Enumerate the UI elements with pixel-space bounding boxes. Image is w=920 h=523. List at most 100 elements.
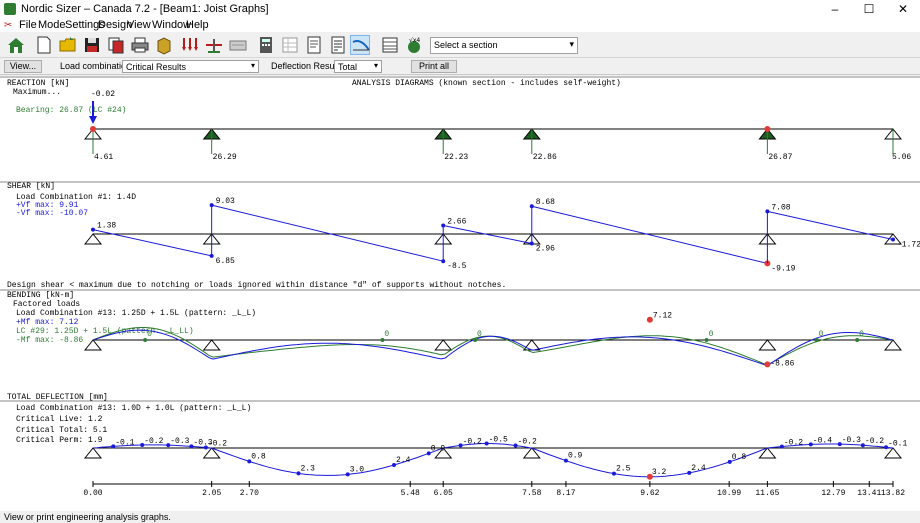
loads-icon[interactable] bbox=[180, 35, 200, 55]
shear-note: Design shear < maximum due to notching o… bbox=[7, 281, 506, 290]
menu-mode[interactable]: Mode bbox=[38, 19, 66, 31]
shear-value: 1.38 bbox=[97, 222, 116, 231]
deflection-value: 0.9 bbox=[568, 452, 583, 461]
bending-min-label: -8.86 bbox=[770, 360, 794, 369]
bending-support bbox=[83, 339, 103, 351]
deflection-header: TOTAL DEFLECTION [mm] bbox=[7, 393, 108, 402]
print-icon[interactable] bbox=[130, 35, 150, 55]
bending-zero-label: 0 bbox=[859, 330, 864, 339]
material-icon[interactable] bbox=[154, 35, 174, 55]
spreadsheet-icon[interactable] bbox=[380, 35, 400, 55]
deflection-value: -0.3 bbox=[170, 437, 189, 446]
reaction-value: 4.61 bbox=[94, 153, 113, 162]
bending-lc1: Load Combination #13: 1.25D + 1.5L (patt… bbox=[16, 309, 256, 318]
menu-help[interactable]: Help bbox=[186, 19, 209, 31]
formula-icon[interactable]: √x4 bbox=[404, 35, 424, 55]
toolbar: √x4 Select a section ▾ bbox=[0, 32, 920, 58]
shear-value: -9.19 bbox=[771, 264, 795, 273]
table-icon[interactable] bbox=[280, 35, 300, 55]
shear-point bbox=[441, 223, 446, 228]
menu-file[interactable]: File bbox=[19, 19, 37, 31]
new-file-icon[interactable] bbox=[34, 35, 54, 55]
notes-icon[interactable] bbox=[328, 35, 348, 55]
title-bar: Nordic Sizer – Canada 7.2 - [Beam1: Jois… bbox=[0, 0, 920, 18]
minimize-button[interactable]: – bbox=[818, 0, 852, 18]
shear-point bbox=[765, 209, 770, 214]
section-icon[interactable] bbox=[228, 35, 248, 55]
deflection-value: -0.2 bbox=[518, 438, 537, 447]
shear-support bbox=[83, 233, 103, 245]
options-bar: View... Load combinations: Critical Resu… bbox=[0, 59, 920, 75]
menu-view[interactable]: View bbox=[127, 19, 151, 31]
shear-value: -8.5 bbox=[447, 262, 466, 271]
deflection-value: 2.4 bbox=[396, 456, 411, 465]
deflection-value: 3.2 bbox=[652, 468, 667, 477]
bending-zero-label: 0 bbox=[709, 330, 714, 339]
deflection-value: -0.2 bbox=[208, 440, 227, 449]
deflection-value: -0.2 bbox=[463, 437, 482, 446]
deflection-value: 2.4 bbox=[691, 464, 706, 473]
deflection-value: 0.8 bbox=[732, 453, 747, 462]
graph-icon[interactable] bbox=[350, 35, 370, 55]
shear-value: 7.08 bbox=[771, 203, 790, 212]
shear-point bbox=[891, 237, 895, 242]
chevron-down-icon: ▾ bbox=[569, 39, 574, 49]
app-icon bbox=[4, 3, 16, 15]
deflection-value: 0.9 bbox=[431, 444, 446, 453]
bending-max-label: 7.12 bbox=[653, 311, 672, 320]
load-combinations-select[interactable]: Critical Results ▾ bbox=[122, 60, 259, 73]
print-all-button[interactable]: Print all bbox=[411, 60, 457, 73]
reaction-value: 22.86 bbox=[533, 153, 557, 162]
deflection-support bbox=[883, 447, 903, 459]
shear-line bbox=[767, 210, 894, 240]
deflection-value: -0.1 bbox=[115, 438, 134, 447]
x-tick-label: 2.70 bbox=[240, 489, 259, 498]
shear-point bbox=[209, 203, 214, 208]
calculator-icon[interactable] bbox=[256, 35, 276, 55]
reaction-max-uplift-marker bbox=[90, 126, 96, 132]
shear-point bbox=[529, 204, 534, 209]
save-icon[interactable] bbox=[82, 35, 102, 55]
x-tick-label: 11.65 bbox=[755, 489, 779, 498]
window-title: Nordic Sizer – Canada 7.2 - [Beam1: Jois… bbox=[21, 3, 269, 15]
open-folder-icon[interactable] bbox=[58, 35, 78, 55]
bending-zero-label: 0 bbox=[147, 330, 152, 339]
diagram-title: ANALYSIS DIAGRAMS (known section - inclu… bbox=[352, 79, 621, 88]
copy-icon[interactable] bbox=[106, 35, 126, 55]
home-icon[interactable] bbox=[6, 35, 26, 55]
deflection-value: -0.1 bbox=[888, 439, 907, 448]
view-button[interactable]: View... bbox=[4, 60, 42, 73]
shear-point bbox=[91, 227, 95, 232]
x-tick-label: 0.00 bbox=[83, 489, 102, 498]
x-tick-label: 13.82 bbox=[881, 489, 905, 498]
bending-support bbox=[522, 339, 541, 351]
x-tick-label: 7.58 bbox=[522, 489, 541, 498]
bending-support bbox=[758, 339, 777, 351]
bending-factored: Factored loads bbox=[13, 300, 80, 309]
x-tick-label: 2.05 bbox=[202, 489, 221, 498]
bending-zero-label: 0 bbox=[384, 330, 389, 339]
x-tick-label: 5.48 bbox=[401, 489, 420, 498]
deflection-value: 2.5 bbox=[616, 465, 631, 474]
x-tick-label: 10.99 bbox=[717, 489, 741, 498]
x-tick-label: 12.79 bbox=[821, 489, 845, 498]
x-tick-label: 8.17 bbox=[556, 489, 575, 498]
deflection-value: 3.0 bbox=[350, 465, 365, 474]
supports-icon[interactable] bbox=[204, 35, 224, 55]
deflection-value: 0.8 bbox=[251, 452, 266, 461]
document-menu-icon[interactable]: ✂ bbox=[4, 20, 12, 31]
report-icon[interactable] bbox=[304, 35, 324, 55]
deflection-support bbox=[522, 447, 541, 459]
deflection-value: -0.5 bbox=[489, 436, 508, 445]
bending-support bbox=[434, 339, 453, 351]
maximize-button[interactable]: ☐ bbox=[852, 0, 886, 18]
deflection-support bbox=[758, 447, 777, 459]
deflection-results-select[interactable]: Total ▾ bbox=[334, 60, 382, 73]
shear-value: 9.03 bbox=[216, 197, 235, 206]
x-tick-label: 9.62 bbox=[640, 489, 659, 498]
shear-value: 2.66 bbox=[447, 217, 466, 226]
close-button[interactable]: ✕ bbox=[886, 0, 920, 18]
reaction-value: 26.87 bbox=[768, 153, 792, 162]
chevron-down-icon: ▾ bbox=[250, 61, 255, 70]
section-select[interactable]: Select a section ▾ bbox=[430, 37, 578, 54]
